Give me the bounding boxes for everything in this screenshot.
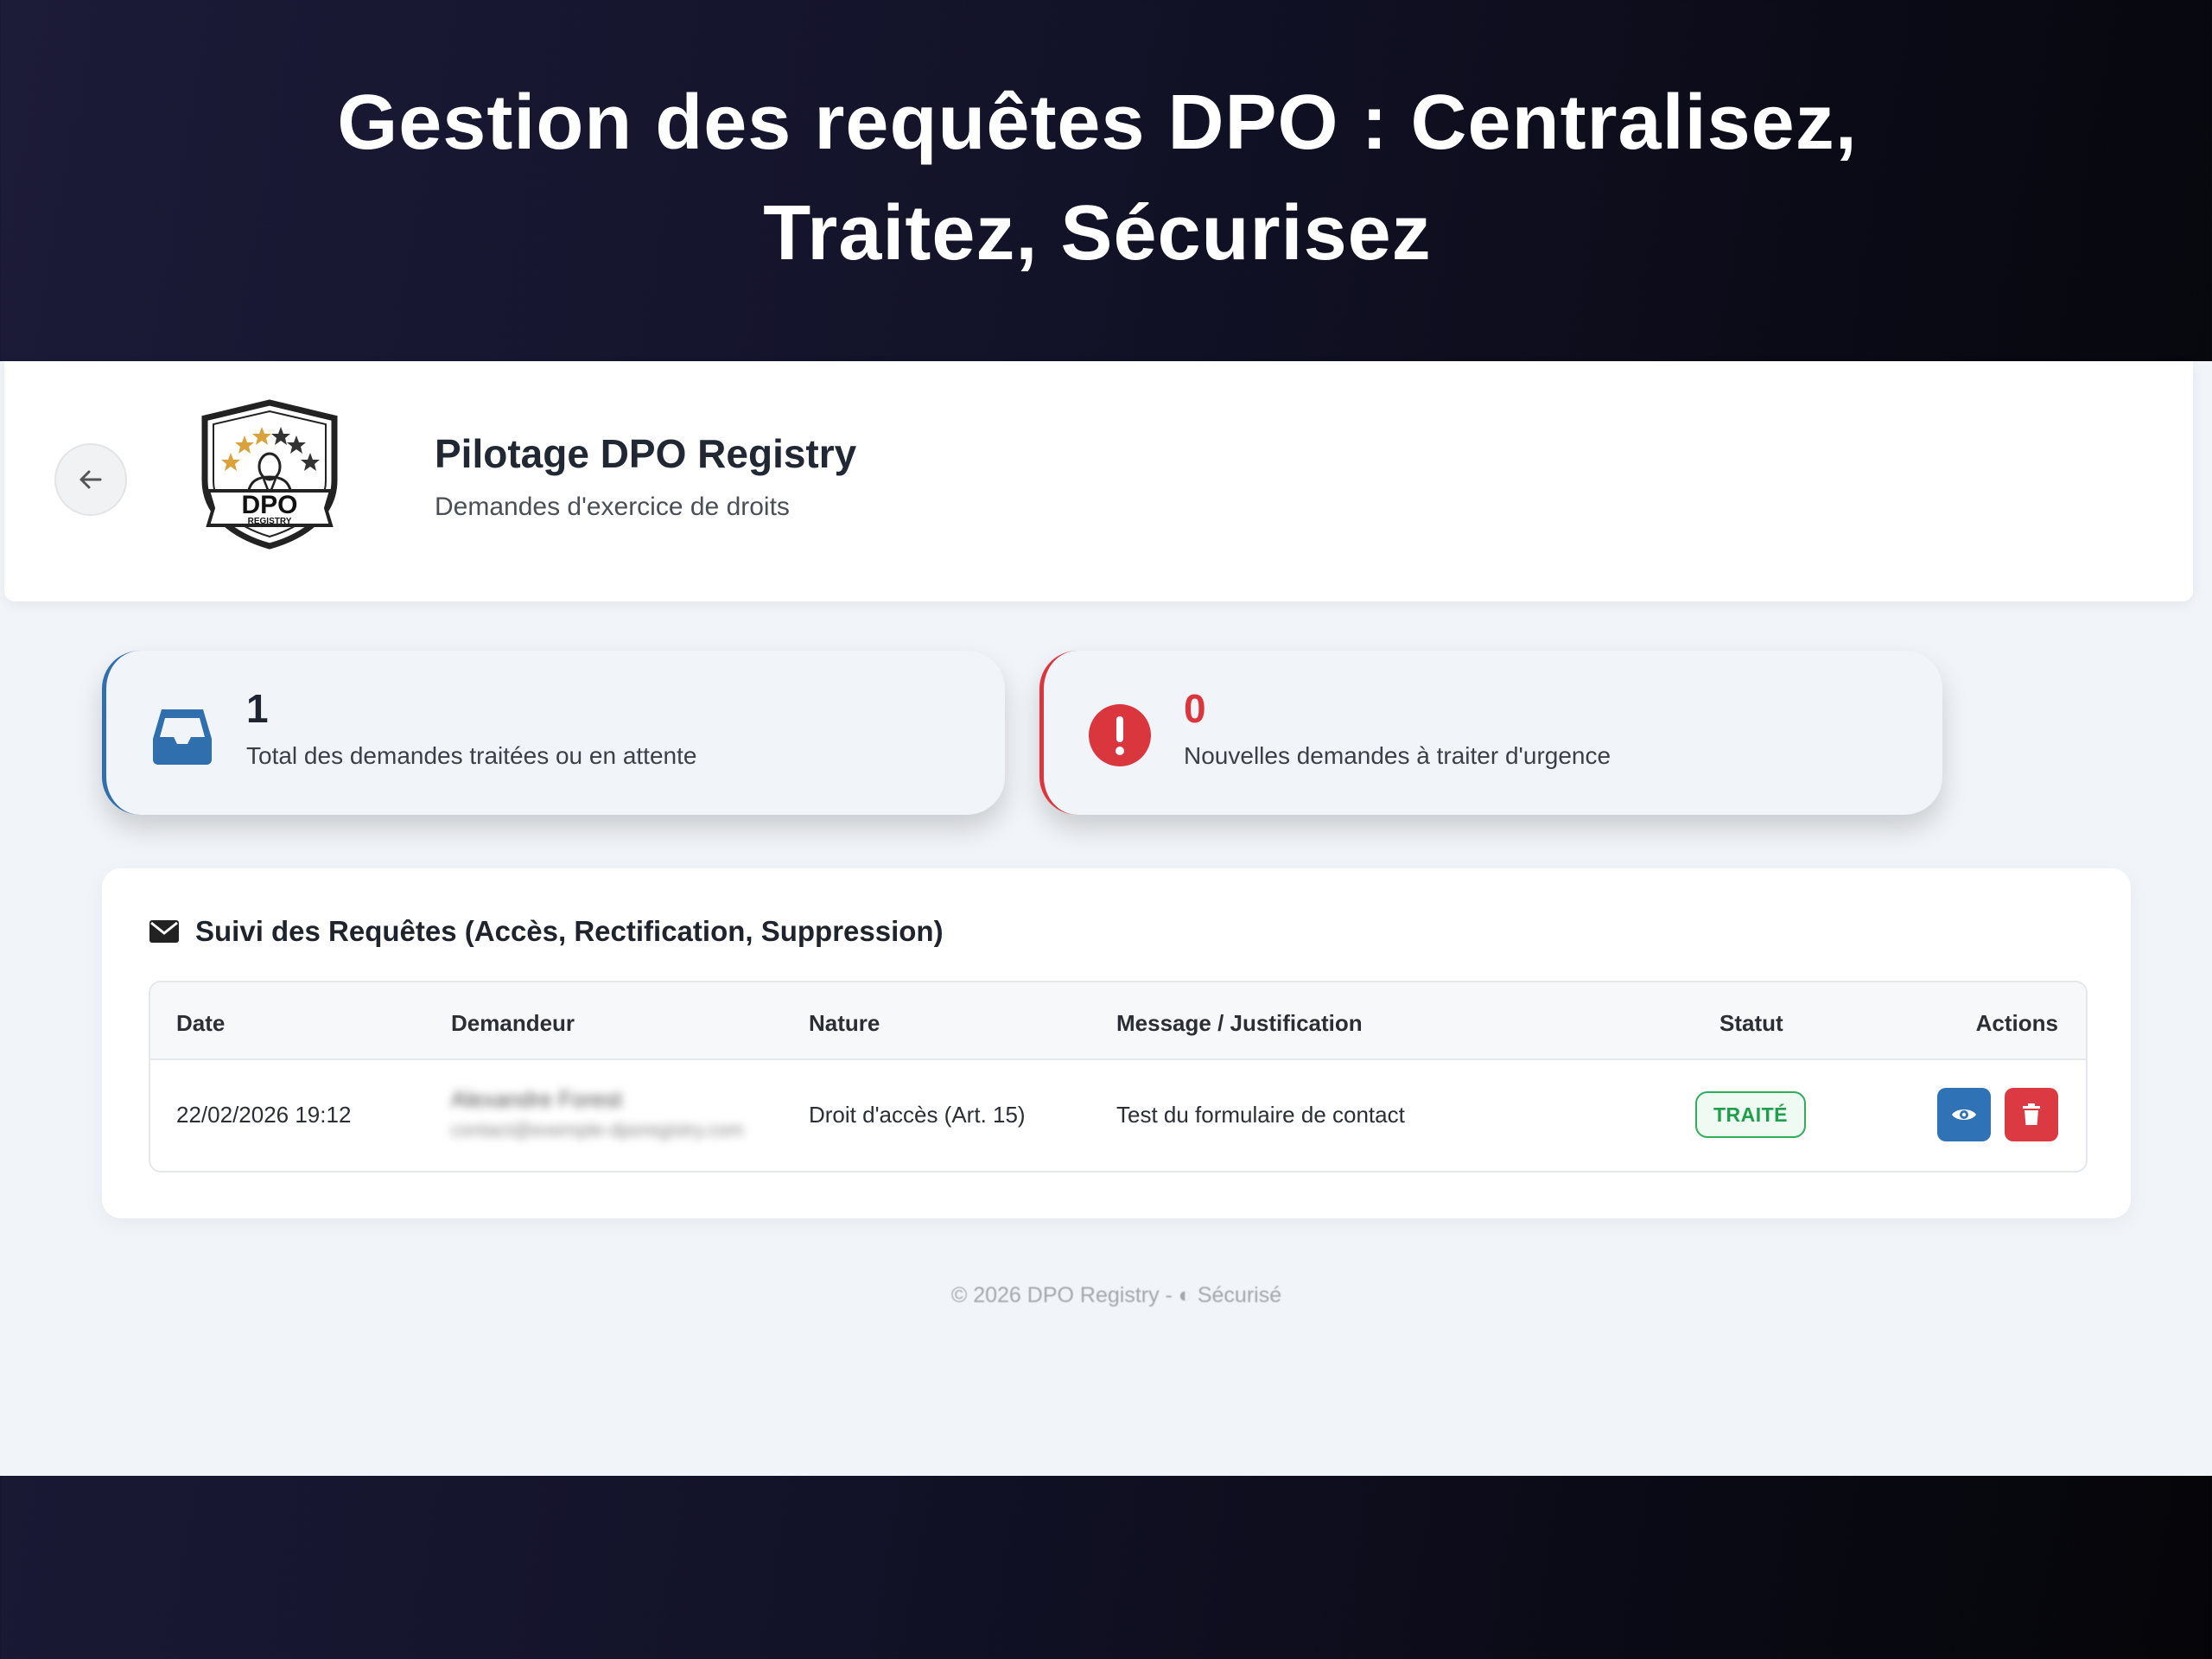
app-window: DPO REGISTRY Pilotage DPO Registry Deman… — [0, 361, 2212, 1476]
requests-panel: Suivi des Requêtes (Accès, Rectification… — [102, 868, 2131, 1218]
cell-date: 22/02/2026 19:12 — [176, 1102, 352, 1128]
view-request-button[interactable] — [1937, 1088, 1991, 1141]
svg-text:REGISTRY: REGISTRY — [248, 517, 292, 526]
stat-card-total: 1 Total des demandes traitées ou en atte… — [102, 651, 1005, 815]
trash-icon — [2023, 1103, 2040, 1125]
column-header-nature[interactable]: Nature — [809, 1010, 880, 1037]
cell-nature: Droit d'accès (Art. 15) — [809, 1102, 1026, 1128]
table-header: Date Demandeur Nature Message / Justific… — [150, 982, 2086, 1060]
cell-message: Test du formulaire de contact — [1116, 1102, 1405, 1128]
cell-requester-name: Alexandre Forest — [451, 1086, 622, 1112]
table-row[interactable]: 22/02/2026 19:12 Alexandre Forest contac… — [150, 1060, 2086, 1171]
envelope-icon — [149, 920, 179, 943]
column-header-status[interactable]: Statut — [1719, 1010, 1783, 1037]
stat-card-urgent: 0 Nouvelles demandes à traiter d'urgence — [1039, 651, 1942, 815]
inbox-icon — [153, 709, 212, 765]
status-badge: TRAITÉ — [1695, 1091, 1806, 1138]
promo-title-line-2: Traitez, Sécurisez — [763, 190, 1432, 276]
stat-label-urgent: Nouvelles demandes à traiter d'urgence — [1184, 742, 1611, 769]
delete-request-button[interactable] — [2005, 1088, 2058, 1141]
page-subtitle: Demandes d'exercice de droits — [435, 493, 790, 521]
app-header: DPO REGISTRY Pilotage DPO Registry Deman… — [4, 361, 2193, 601]
stat-value-total: 1 — [246, 686, 269, 731]
panel-header: Suivi des Requêtes (Accès, Rectification… — [149, 915, 944, 948]
eye-icon — [1952, 1109, 1976, 1120]
dpo-registry-logo: DPO REGISTRY — [201, 399, 338, 550]
page-title: Pilotage DPO Registry — [435, 431, 857, 476]
column-header-message[interactable]: Message / Justification — [1116, 1010, 1363, 1037]
column-header-requester[interactable]: Demandeur — [451, 1010, 575, 1037]
stat-value-urgent: 0 — [1184, 686, 1206, 731]
cell-requester-email: contact@exemple-dporegistry.com — [451, 1119, 744, 1141]
promo-title: Gestion des requêtes DPO : Centralisez, … — [0, 67, 2195, 289]
column-header-actions: Actions — [1975, 1010, 2058, 1036]
alert-circle-icon — [1089, 704, 1151, 766]
column-header-date[interactable]: Date — [176, 1010, 225, 1037]
svg-text:DPO: DPO — [241, 491, 297, 519]
arrow-left-icon — [79, 470, 102, 489]
panel-title: Suivi des Requêtes (Accès, Rectification… — [195, 915, 944, 947]
footer-text: © 2026 DPO Registry - ◐ Sécurisé — [950, 1283, 1282, 1307]
back-button[interactable] — [54, 443, 127, 516]
requests-table: Date Demandeur Nature Message / Justific… — [149, 981, 2088, 1173]
promo-title-line-1: Gestion des requêtes DPO : Centralisez, — [337, 79, 1858, 166]
stat-label-total: Total des demandes traitées ou en attent… — [246, 742, 697, 769]
